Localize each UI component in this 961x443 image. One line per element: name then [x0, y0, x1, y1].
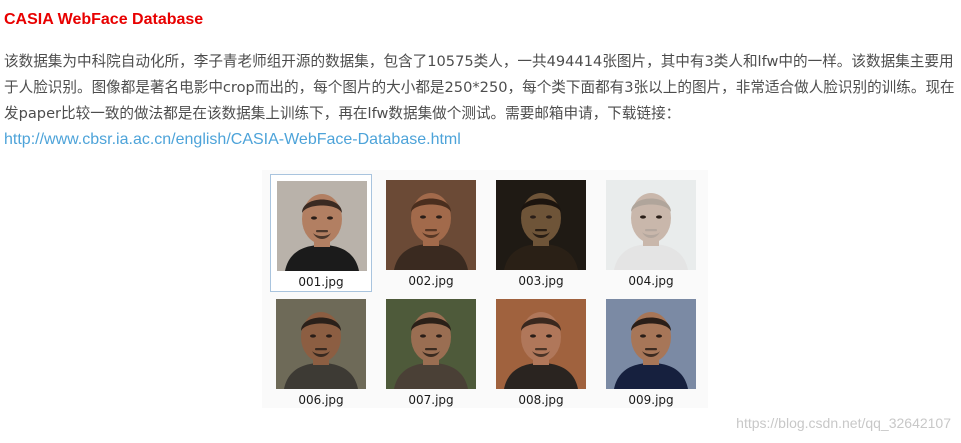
file-tile[interactable]: 008.jpg	[490, 293, 592, 411]
description-text: 该数据集为中科院自动化所，李子青老师组开源的数据集，包含了10575类人，一共4…	[4, 53, 955, 122]
page-title: CASIA WebFace Database	[4, 11, 204, 28]
face-thumbnail	[386, 180, 476, 270]
file-tile[interactable]: 006.jpg	[270, 293, 372, 411]
file-name-label: 004.jpg	[628, 274, 674, 288]
file-tile[interactable]: 004.jpg	[600, 174, 702, 292]
image-gallery: 001.jpg 002.jpg 003.jpg 004.jpg 006.jpg 007.j…	[262, 170, 708, 408]
face-thumbnail	[606, 180, 696, 270]
description-paragraph: 该数据集为中科院自动化所，李子青老师组开源的数据集，包含了10575类人，一共4…	[4, 49, 959, 153]
face-thumbnail	[496, 180, 586, 270]
file-name-label: 009.jpg	[628, 393, 674, 407]
file-tile[interactable]: 003.jpg	[490, 174, 592, 292]
file-name-label: 001.jpg	[298, 275, 344, 289]
face-thumbnail	[277, 181, 367, 271]
file-name-label: 002.jpg	[408, 274, 454, 288]
face-thumbnail	[386, 299, 476, 389]
file-name-label: 006.jpg	[298, 393, 344, 407]
file-tile[interactable]: 002.jpg	[380, 174, 482, 292]
file-tile[interactable]: 007.jpg	[380, 293, 482, 411]
file-name-label: 007.jpg	[408, 393, 454, 407]
file-name-label: 008.jpg	[518, 393, 564, 407]
face-thumbnail	[276, 299, 366, 389]
download-link[interactable]: http://www.cbsr.ia.ac.cn/english/CASIA-W…	[4, 131, 461, 148]
face-thumbnail	[606, 299, 696, 389]
file-tile[interactable]: 001.jpg	[270, 174, 372, 292]
file-name-label: 003.jpg	[518, 274, 564, 288]
file-tile[interactable]: 009.jpg	[600, 293, 702, 411]
face-thumbnail	[496, 299, 586, 389]
watermark: https://blog.csdn.net/qq_32642107	[736, 415, 951, 431]
